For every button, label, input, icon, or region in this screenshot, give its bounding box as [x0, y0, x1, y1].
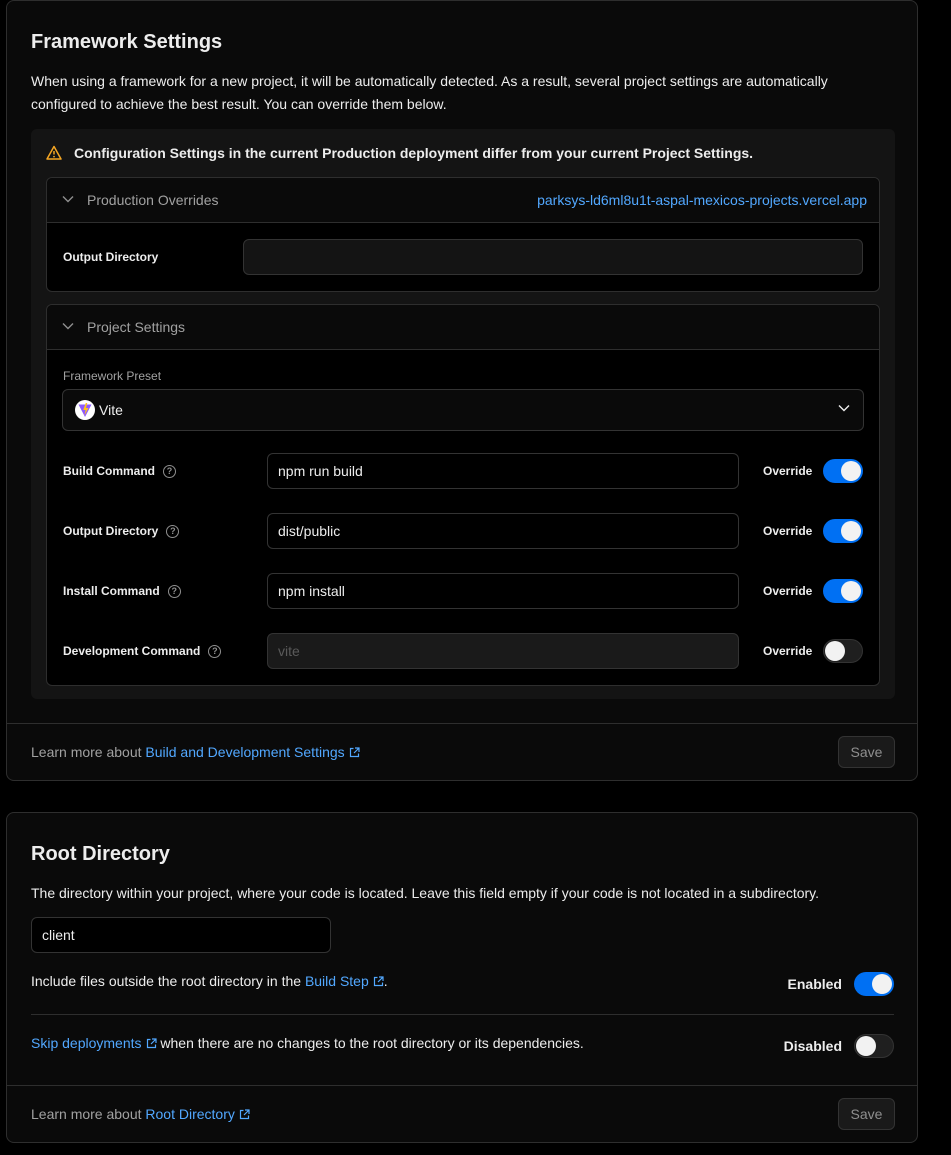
root-directory-title: Root Directory — [31, 843, 170, 865]
framework-save-button[interactable]: Save — [838, 736, 895, 768]
chevron-down-icon — [837, 401, 851, 420]
chevron-down-icon[interactable] — [61, 192, 75, 209]
install-command-override-label: Override — [763, 584, 813, 598]
build-command-input[interactable]: npm run build — [267, 453, 739, 489]
root-directory-link[interactable]: Root Directory — [145, 1106, 234, 1122]
skip-deployments-toggle[interactable] — [854, 1034, 894, 1058]
warning-text: Configuration Settings in the current Pr… — [74, 145, 754, 161]
vite-logo-icon — [75, 400, 95, 420]
install-command-input[interactable]: npm install — [267, 573, 739, 609]
skip-deployments-suffix: when there are no changes to the root di… — [156, 1035, 584, 1051]
framework-settings-footer: Learn more about Build and Development S… — [7, 723, 917, 780]
build-command-value: npm run build — [278, 463, 363, 479]
build-step-link[interactable]: Build Step — [305, 973, 369, 989]
root-directory-input[interactable]: client — [31, 917, 331, 953]
production-overrides-label: Production Overrides — [87, 192, 219, 208]
external-link-icon[interactable] — [239, 1107, 250, 1123]
install-command-override-toggle[interactable] — [823, 579, 863, 603]
build-command-label: Build Command? — [63, 464, 176, 478]
warning-message: Configuration Settings in the current Pr… — [46, 145, 753, 161]
build-command-override-label: Override — [763, 464, 813, 478]
production-overrides-panel: Production Overrides parksys-ld6ml8u1t-a… — [46, 177, 880, 292]
deployment-link[interactable]: parksys-ld6ml8u1t-aspal-mexicos-projects… — [537, 192, 867, 208]
include-files-toggle[interactable] — [854, 972, 894, 996]
skip-deployments-link[interactable]: Skip deployments — [31, 1035, 142, 1051]
footer-prefix: Learn more about — [31, 1105, 146, 1122]
production-overrides-header[interactable]: Production Overrides parksys-ld6ml8u1t-a… — [47, 178, 879, 223]
include-files-text: Include files outside the root directory… — [31, 973, 388, 990]
build-dev-settings-link[interactable]: Build and Development Settings — [145, 744, 344, 760]
project-settings-panel: Project Settings Framework Preset Vite B… — [46, 304, 880, 686]
root-directory-save-button[interactable]: Save — [838, 1098, 895, 1130]
help-icon[interactable]: ? — [166, 524, 180, 538]
include-files-control: Enabled — [788, 972, 894, 996]
include-files-prefix: Include files outside the root directory… — [31, 973, 305, 989]
configuration-warning-box: Configuration Settings in the current Pr… — [31, 129, 895, 699]
skip-deployments-control: Disabled — [784, 1034, 894, 1058]
install-command-row: Install Command? npm install Override — [47, 573, 879, 609]
project-settings-label: Project Settings — [87, 319, 186, 335]
external-link-icon[interactable] — [146, 1036, 157, 1052]
install-command-label: Install Command? — [63, 584, 181, 598]
skip-deployments-text: Skip deployments when there are no chang… — [31, 1035, 584, 1052]
development-command-input[interactable]: vite — [267, 633, 739, 669]
output-directory-override-label: Override — [763, 524, 813, 538]
install-command-label-text: Install Command — [63, 584, 160, 598]
include-files-status: Enabled — [787, 976, 842, 992]
chevron-down-icon[interactable] — [61, 319, 75, 336]
help-icon[interactable]: ? — [163, 464, 176, 478]
output-directory-value: dist/public — [278, 523, 341, 539]
development-command-override-label: Override — [763, 644, 813, 658]
skip-deployments-status: Disabled — [783, 1038, 842, 1054]
include-files-suffix: . — [383, 973, 388, 989]
development-command-override-toggle[interactable] — [823, 639, 863, 663]
external-link-icon[interactable] — [373, 974, 384, 990]
build-command-label-text: Build Command — [63, 464, 155, 478]
help-icon[interactable]: ? — [208, 644, 222, 658]
framework-settings-card: Framework Settings When using a framewor… — [6, 0, 918, 781]
development-command-label-text: Development Command — [63, 644, 201, 658]
production-output-directory-label: Output Directory — [63, 250, 159, 264]
build-command-override-toggle[interactable] — [823, 459, 863, 483]
root-directory-footer: Learn more about Root Directory Save — [7, 1085, 917, 1142]
root-directory-description: The directory within your project, where… — [31, 885, 820, 901]
root-directory-divider — [31, 1014, 894, 1015]
external-link-icon[interactable] — [349, 745, 360, 761]
output-directory-input[interactable]: dist/public — [267, 513, 739, 549]
framework-preset-label: Framework Preset — [63, 369, 162, 383]
output-directory-override-toggle[interactable] — [823, 519, 863, 543]
install-command-value: npm install — [278, 583, 345, 599]
project-settings-header[interactable]: Project Settings — [47, 305, 879, 350]
output-directory-label-text: Output Directory — [63, 524, 159, 538]
root-directory-card: Root Directory The directory within your… — [6, 812, 918, 1143]
framework-settings-title: Framework Settings — [31, 31, 223, 53]
development-command-label: Development Command? — [63, 644, 222, 658]
footer-prefix: Learn more about — [31, 743, 146, 760]
output-directory-row: Output Directory? dist/public Override — [47, 513, 879, 549]
development-command-value: vite — [278, 643, 300, 659]
help-icon[interactable]: ? — [167, 584, 181, 598]
development-command-row: Development Command? vite Override — [47, 633, 879, 669]
footer-learn-more: Learn more about Root Directory — [31, 1106, 250, 1123]
output-directory-label: Output Directory? — [63, 524, 180, 538]
framework-settings-description: When using a framework for a new project… — [31, 73, 828, 112]
production-output-directory-field[interactable] — [243, 239, 863, 275]
footer-learn-more: Learn more about Build and Development S… — [31, 744, 360, 761]
build-command-row: Build Command? npm run build Override — [47, 453, 879, 489]
framework-preset-value: Vite — [99, 402, 123, 418]
framework-preset-select[interactable]: Vite — [62, 389, 864, 431]
warning-icon — [46, 145, 62, 161]
preset-value-wrap: Vite — [75, 400, 123, 420]
